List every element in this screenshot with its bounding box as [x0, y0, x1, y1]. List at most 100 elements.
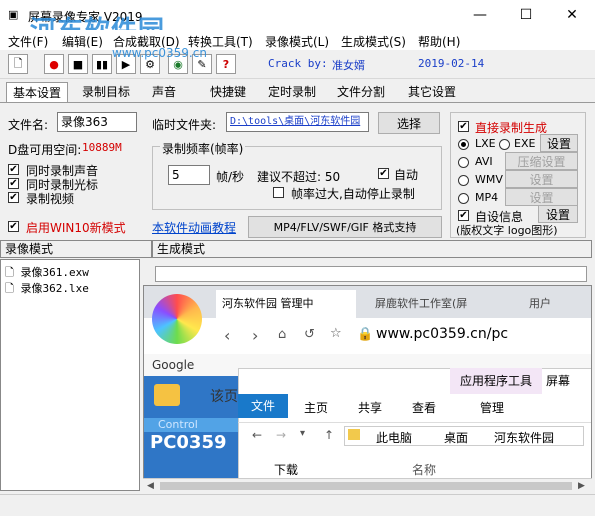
browser-tab-1[interactable]: 河东软件园 管理中	[216, 290, 356, 318]
home-icon[interactable]: ⌂	[278, 327, 286, 342]
maximize-button[interactable]: ☐	[503, 0, 549, 30]
exe-label: EXE	[514, 137, 536, 150]
mp4-label: MP4	[475, 191, 499, 204]
compress-settings-button[interactable]: 压缩设置	[505, 152, 578, 170]
auto-stop-checkbox[interactable]	[273, 187, 284, 198]
explorer-share-tab[interactable]: 共享	[358, 399, 382, 416]
mp4-settings-button[interactable]: 设置	[505, 188, 578, 206]
explorer-app-tools-tab[interactable]: 应用程序工具	[450, 368, 542, 394]
explorer-back-icon[interactable]: ←	[252, 428, 262, 442]
file-name: 录像361.exw	[20, 266, 89, 279]
lxe-radio[interactable]	[458, 139, 469, 150]
auto-fps-checkbox[interactable]: ✔	[378, 168, 389, 179]
browse-button[interactable]: 选择	[378, 112, 440, 134]
app-logo	[152, 294, 202, 344]
win10-checkbox[interactable]: ✔	[8, 221, 19, 232]
explorer-manage-tab[interactable]: 管理	[480, 399, 504, 416]
record-icon[interactable]: ●	[44, 54, 64, 74]
fps-input[interactable]: 5	[168, 165, 210, 185]
bookmark-google[interactable]: Google	[152, 358, 194, 372]
new-file-icon[interactable]: 🗋	[8, 54, 28, 74]
star-icon[interactable]: ☆	[330, 326, 342, 341]
explorer-path-pc[interactable]: 此电脑	[376, 429, 412, 446]
sound-checkbox[interactable]: ✔	[8, 164, 19, 175]
explorer-view-tab[interactable]: 查看	[412, 399, 436, 416]
explorer-up-icon[interactable]: ↑	[324, 428, 334, 442]
auto-fps-label: 自动	[394, 168, 419, 182]
address-bar[interactable]: www.pc0359.cn/pc	[376, 326, 508, 342]
explorer-path-desktop[interactable]: 桌面	[444, 429, 468, 446]
explorer-forward-icon[interactable]: →	[276, 428, 286, 442]
minimize-button[interactable]: —	[457, 0, 503, 30]
explorer-file-tab[interactable]: 文件	[238, 394, 288, 418]
watermark-url: www.pc0359.cn	[112, 46, 207, 60]
explorer-name-column[interactable]: 名称	[412, 461, 436, 478]
help-icon[interactable]: ?	[216, 54, 236, 74]
tab-sound[interactable]: 声音	[146, 82, 182, 102]
mp4-radio[interactable]	[458, 193, 469, 204]
tab-separator	[0, 102, 595, 103]
scroll-left-icon[interactable]: ◀	[147, 481, 154, 491]
format-support-button[interactable]: MP4/FLV/SWF/GIF 格式支持	[248, 216, 442, 238]
tab-split[interactable]: 文件分割	[331, 82, 391, 102]
win10-checkbox-label: 启用WIN10新模式	[26, 221, 126, 235]
tab-hotkeys[interactable]: 快捷键	[204, 82, 252, 102]
reload-icon[interactable]: ↺	[304, 327, 315, 342]
lxe-settings-button[interactable]: 设置	[540, 134, 578, 152]
menu-help[interactable]: 帮助(H)	[418, 33, 460, 50]
scroll-right-icon[interactable]: ▶	[578, 481, 585, 491]
direct-gen-checkbox[interactable]: ✔	[458, 121, 469, 132]
back-icon[interactable]: ‹	[224, 326, 230, 345]
fps-suggest: 建议不超过: 50	[257, 170, 341, 184]
avi-radio[interactable]	[458, 157, 469, 168]
tab-generate-mode[interactable]: 生成模式	[152, 240, 592, 258]
browser-tab-3[interactable]: 用户	[529, 290, 589, 318]
folder-icon	[348, 429, 360, 440]
explorer-screen-tab[interactable]: 屏幕	[546, 372, 570, 389]
tab-other[interactable]: 其它设置	[402, 82, 462, 102]
crack-by: 准女婿	[332, 59, 365, 72]
app-icon: ▣	[8, 8, 19, 21]
site-face-icon	[154, 384, 180, 406]
stop-icon[interactable]: ■	[68, 54, 88, 74]
menu-file[interactable]: 文件(F)	[8, 33, 48, 50]
direct-gen-label: 直接录制生成	[475, 121, 548, 135]
self-info-settings-button[interactable]: 设置	[538, 205, 578, 223]
filename-input[interactable]: 录像363	[57, 112, 137, 132]
tab-record-mode[interactable]: 录像模式	[0, 240, 152, 258]
video-checkbox[interactable]: ✔	[8, 192, 19, 203]
pause-icon[interactable]: ▮▮	[92, 54, 112, 74]
tab-record-target[interactable]: 录制目标	[76, 82, 136, 102]
file-icon: 🗋	[5, 266, 14, 279]
cursor-checkbox[interactable]: ✔	[8, 178, 19, 189]
close-button[interactable]: ✕	[549, 0, 595, 30]
video-checkbox-label: 录制视频	[26, 192, 75, 206]
scroll-thumb[interactable]	[160, 482, 572, 490]
list-item[interactable]: 🗋 录像362.lxe	[5, 280, 89, 299]
lxe-label: LXE	[475, 137, 496, 150]
menu-edit[interactable]: 编辑(E)	[62, 33, 103, 50]
temp-folder-input[interactable]: D:\tools\桌面\河东软件园	[226, 112, 369, 132]
disk-space-value: 10889M	[82, 141, 122, 154]
menu-gen-mode[interactable]: 生成模式(S)	[341, 33, 406, 50]
wmv-radio[interactable]	[458, 175, 469, 186]
explorer-home-tab[interactable]: 主页	[304, 399, 328, 416]
menu-record-mode[interactable]: 录像模式(L)	[265, 33, 329, 50]
tab-basic[interactable]: 基本设置	[6, 82, 69, 103]
tutorial-link[interactable]: 本软件动画教程	[152, 219, 236, 236]
browser-tab-2[interactable]: 屏鹿软件工作室(屏	[369, 290, 514, 318]
explorer-dropdown-icon[interactable]: ▾	[300, 428, 305, 439]
filename-label: 文件名:	[8, 118, 49, 132]
wmv-settings-button[interactable]: 设置	[505, 170, 578, 188]
browser-tabstrip	[144, 286, 591, 318]
disk-space-label: D盘可用空间:	[8, 143, 82, 157]
forward-icon[interactable]: ›	[252, 326, 258, 345]
self-info-checkbox[interactable]: ✔	[458, 210, 469, 221]
tab-timer[interactable]: 定时录制	[262, 82, 322, 102]
crack-label: Crack by:	[268, 57, 328, 70]
exe-radio[interactable]	[499, 139, 510, 150]
explorer-path-folder[interactable]: 河东软件园	[494, 429, 554, 446]
auto-stop-label: 帧率过大,自动停止录制	[291, 187, 415, 201]
explorer-download-item[interactable]: 下载	[274, 461, 298, 478]
site-page-text: 该页	[210, 389, 238, 405]
